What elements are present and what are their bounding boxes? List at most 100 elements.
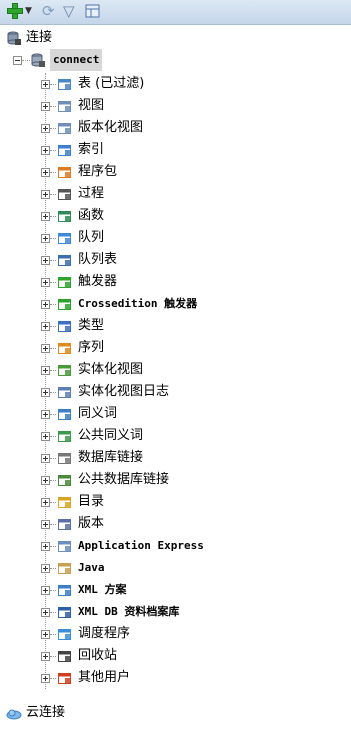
expand-toggle[interactable] <box>41 630 50 639</box>
expand-toggle[interactable] <box>41 102 50 111</box>
tree-node-label: 函数 <box>78 208 105 223</box>
cloud-connections-root[interactable]: 云连接 <box>0 702 351 724</box>
tree-node[interactable]: 数据库链接 <box>0 447 351 469</box>
function-icon <box>57 208 73 224</box>
cloud-connections-label: 云连接 <box>26 705 66 720</box>
refresh-icon[interactable]: ⟳ <box>42 2 60 20</box>
filter-icon[interactable]: ▽ <box>63 2 81 20</box>
expand-toggle[interactable] <box>41 542 50 551</box>
tree-branch-line <box>50 282 56 283</box>
type-icon <box>57 318 73 334</box>
expand-toggle[interactable] <box>41 388 50 397</box>
recycle-bin-icon <box>57 648 73 664</box>
tree-node[interactable]: 触发器 <box>0 271 351 293</box>
expand-toggle[interactable] <box>41 278 50 287</box>
tree-node[interactable]: 其他用户 <box>0 667 351 689</box>
tree-node[interactable]: 版本 <box>0 513 351 535</box>
tree-node-label: Java <box>78 561 105 574</box>
expand-toggle[interactable] <box>41 652 50 661</box>
tree-node[interactable]: 公共数据库链接 <box>0 469 351 491</box>
index-icon <box>57 142 73 158</box>
tree-branch-line <box>50 106 56 107</box>
directory-icon <box>57 494 73 510</box>
expand-toggle[interactable] <box>41 256 50 265</box>
tree-node[interactable]: 函数 <box>0 205 351 227</box>
connections-root[interactable]: 连接 <box>0 27 351 49</box>
tree-branch-line <box>50 370 56 371</box>
connection-connect[interactable]: connect <box>0 49 351 71</box>
tree-node[interactable]: 调度程序 <box>0 623 351 645</box>
tree-node[interactable]: 程序包 <box>0 161 351 183</box>
tree-node[interactable]: 回收站 <box>0 645 351 667</box>
expand-toggle[interactable] <box>41 520 50 529</box>
expand-toggle[interactable] <box>41 586 50 595</box>
tree-node[interactable]: 公共同义词 <box>0 425 351 447</box>
view-icon <box>57 98 73 114</box>
tree-node-label: 公共数据库链接 <box>78 472 170 487</box>
expand-toggle[interactable] <box>41 366 50 375</box>
tree-branch-line <box>50 458 56 459</box>
tree-branch-line <box>50 392 56 393</box>
materialized-view-icon <box>57 362 73 378</box>
expand-toggle[interactable] <box>41 432 50 441</box>
chevron-down-icon[interactable]: ▼ <box>25 2 33 20</box>
expand-toggle[interactable] <box>41 190 50 199</box>
tree-node[interactable]: 序列 <box>0 337 351 359</box>
tree-node[interactable]: 过程 <box>0 183 351 205</box>
public-database-link-icon <box>57 472 73 488</box>
expand-toggle[interactable] <box>41 124 50 133</box>
tree-node[interactable]: 目录 <box>0 491 351 513</box>
trigger-icon <box>57 274 73 290</box>
tree-node[interactable]: 队列表 <box>0 249 351 271</box>
add-connection-icon[interactable] <box>6 2 24 20</box>
tree-node-label: 过程 <box>78 186 105 201</box>
tree-node[interactable]: 队列 <box>0 227 351 249</box>
tree-node[interactable]: 表 (已过滤) <box>0 73 351 95</box>
crossedition-trigger-icon <box>57 296 73 312</box>
tree-node[interactable]: 版本化视图 <box>0 117 351 139</box>
application-express-icon <box>57 538 73 554</box>
expand-toggle[interactable] <box>41 146 50 155</box>
expand-toggle[interactable] <box>41 608 50 617</box>
tree-node[interactable]: 类型 <box>0 315 351 337</box>
tree-node-label: 程序包 <box>78 164 118 179</box>
expand-toggle[interactable] <box>41 344 50 353</box>
tree-node[interactable]: Crossedition 触发器 <box>0 293 351 315</box>
tree-node[interactable]: XML 方案 <box>0 579 351 601</box>
expand-toggle[interactable] <box>41 212 50 221</box>
expand-toggle[interactable] <box>41 300 50 309</box>
tree-node[interactable]: 索引 <box>0 139 351 161</box>
expand-toggle[interactable] <box>41 168 50 177</box>
navigator-toolbar: ▼ ⟳ ▽ <box>0 0 351 25</box>
expand-toggle[interactable] <box>41 498 50 507</box>
tree-node-label: XML DB 资料档案库 <box>78 605 180 618</box>
expand-toggle[interactable] <box>41 322 50 331</box>
collapse-toggle[interactable] <box>13 56 22 65</box>
tree-node[interactable]: 实体化视图 <box>0 359 351 381</box>
expand-toggle[interactable] <box>41 476 50 485</box>
expand-toggle[interactable] <box>41 410 50 419</box>
tree-node[interactable]: 实体化视图日志 <box>0 381 351 403</box>
tree-node-label: Crossedition 触发器 <box>78 297 198 310</box>
queue-icon <box>57 230 73 246</box>
connection-name: connect <box>50 49 103 71</box>
tree-node[interactable]: Java <box>0 557 351 579</box>
connections-icon <box>6 30 22 46</box>
schema-browser-icon[interactable] <box>84 2 102 20</box>
expand-toggle[interactable] <box>41 564 50 573</box>
tree-node[interactable]: XML DB 资料档案库 <box>0 601 351 623</box>
tree-node[interactable]: 视图 <box>0 95 351 117</box>
database-connection-icon <box>30 52 46 68</box>
expand-toggle[interactable] <box>41 674 50 683</box>
tree-branch-line <box>50 260 56 261</box>
tree-branch-line <box>50 678 56 679</box>
expand-toggle[interactable] <box>41 80 50 89</box>
expand-toggle[interactable] <box>41 234 50 243</box>
expand-toggle[interactable] <box>41 454 50 463</box>
tree-branch-line <box>50 128 56 129</box>
editioned-view-icon <box>57 120 73 136</box>
tree-node[interactable]: Application Express <box>0 535 351 557</box>
tree-branch-line <box>50 194 56 195</box>
tree-node[interactable]: 同义词 <box>0 403 351 425</box>
tree-node-label: 目录 <box>78 494 105 509</box>
